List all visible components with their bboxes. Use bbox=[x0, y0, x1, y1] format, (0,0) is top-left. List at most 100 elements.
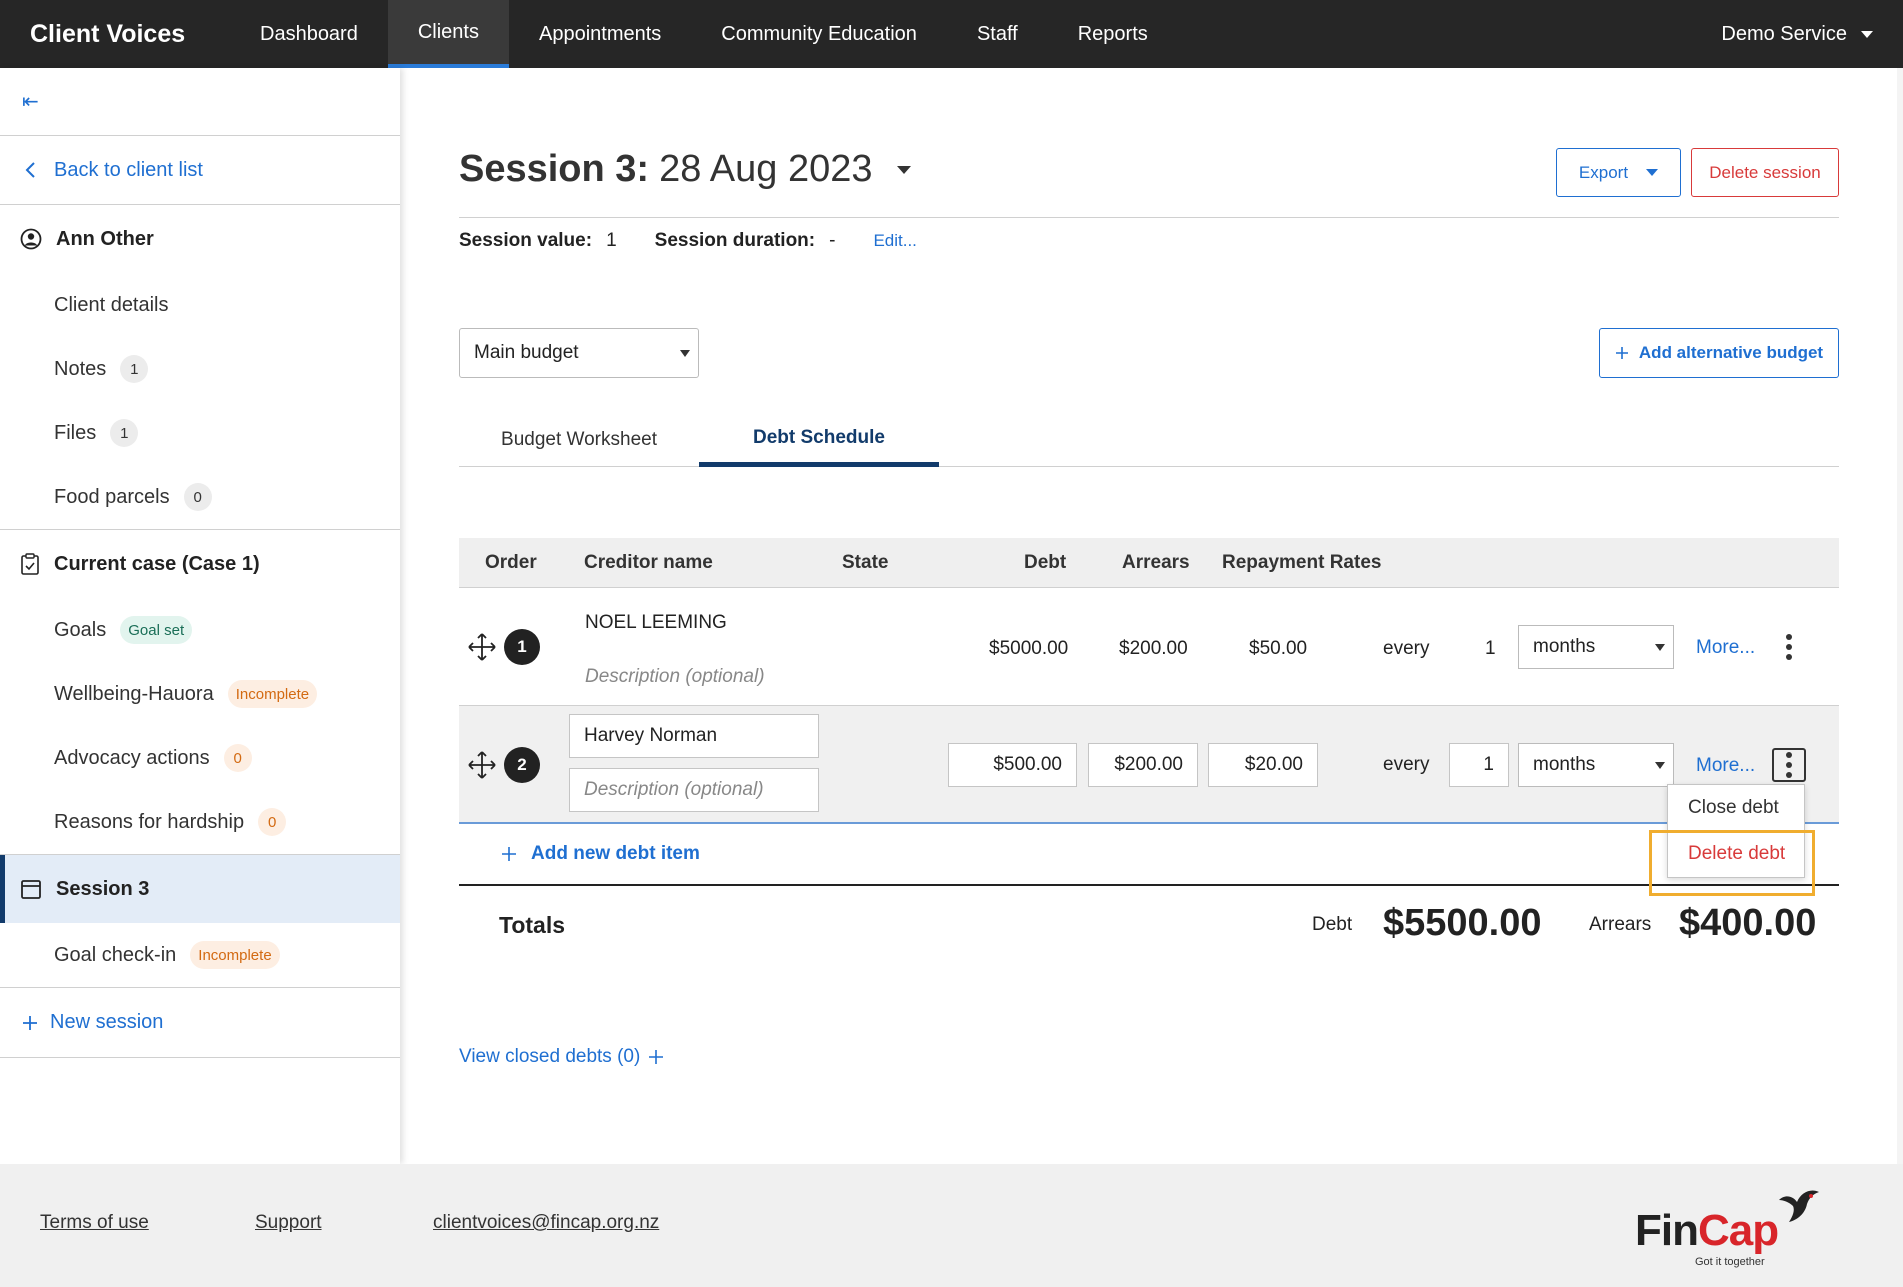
total-arrears-value: $400.00 bbox=[1679, 902, 1817, 944]
nav-community-education[interactable]: Community Education bbox=[691, 0, 947, 68]
logo-cap: Cap bbox=[1697, 1206, 1779, 1255]
client-name-header[interactable]: Ann Other bbox=[0, 205, 400, 273]
back-to-client-list-link[interactable]: Back to client list bbox=[0, 136, 400, 205]
sidebar-item-label: Files bbox=[54, 421, 97, 444]
delete-session-button[interactable]: Delete session bbox=[1691, 148, 1839, 197]
sidebar-item-label: Wellbeing-Hauora bbox=[54, 682, 214, 705]
back-label: Back to client list bbox=[54, 158, 203, 181]
more-link[interactable]: More... bbox=[1696, 637, 1755, 659]
column-header-order: Order bbox=[485, 552, 537, 573]
status-badge: Goal set bbox=[120, 616, 193, 644]
sidebar-item-wellbeing-hauora[interactable]: Wellbeing-Hauora Incomplete bbox=[0, 662, 400, 726]
logo-fin: Fin bbox=[1635, 1206, 1699, 1255]
plus-icon bbox=[502, 847, 516, 861]
session-duration: - bbox=[829, 230, 836, 251]
sidebar-item-notes[interactable]: Notes 1 bbox=[0, 337, 400, 401]
sidebar-item-goal-check-in[interactable]: Goal check-in Incomplete bbox=[0, 923, 400, 987]
repayment-rate: $50.00 bbox=[1249, 638, 1308, 659]
sidebar-item-label: Advocacy actions bbox=[54, 746, 210, 769]
tab-debt-schedule[interactable]: Debt Schedule bbox=[699, 413, 939, 467]
period-select-value: months bbox=[1533, 754, 1596, 775]
column-header-state: State bbox=[842, 552, 889, 573]
nav-appointments[interactable]: Appointments bbox=[509, 0, 691, 68]
email-link[interactable]: clientvoices@fincap.org.nz bbox=[433, 1212, 659, 1234]
session-selector[interactable]: Session 3: 28 Aug 2023 bbox=[459, 148, 911, 191]
add-alternative-budget-label: Add alternative budget bbox=[1638, 343, 1824, 362]
sidebar-item-advocacy-actions[interactable]: Advocacy actions 0 bbox=[0, 726, 400, 790]
kebab-dot bbox=[1786, 752, 1792, 758]
chevron-down-icon bbox=[680, 350, 690, 357]
budget-select[interactable]: Main budget bbox=[459, 328, 699, 378]
column-header-creditor-name: Creditor name bbox=[584, 552, 713, 573]
export-button[interactable]: Export bbox=[1556, 148, 1681, 197]
session-duration-label: Session duration: bbox=[654, 230, 816, 251]
period-select[interactable]: months bbox=[1518, 743, 1674, 787]
kebab-dot bbox=[1786, 762, 1792, 768]
nav-reports[interactable]: Reports bbox=[1048, 0, 1178, 68]
sidebar-item-client-details[interactable]: Client details bbox=[0, 273, 400, 337]
nav-staff[interactable]: Staff bbox=[947, 0, 1048, 68]
count-badge: 0 bbox=[258, 808, 287, 836]
description-text: Description (optional) bbox=[585, 666, 765, 687]
table-row: 1 NOEL LEEMING Description (optional) $5… bbox=[459, 588, 1839, 706]
tab-budget-worksheet[interactable]: Budget Worksheet bbox=[459, 413, 699, 467]
total-debt-value: $5500.00 bbox=[1383, 902, 1542, 944]
sidebar-item-food-parcels[interactable]: Food parcels 0 bbox=[0, 465, 400, 529]
period-select-value: months bbox=[1533, 636, 1596, 657]
session-meta: Session value: 1 Session duration: - Edi… bbox=[459, 230, 917, 252]
arrears-input[interactable]: $200.00 bbox=[1088, 743, 1198, 787]
view-closed-debts-label: View closed debts (0) bbox=[459, 1046, 641, 1067]
client-name: Ann Other bbox=[56, 227, 154, 250]
arrears-amount: $200.00 bbox=[1119, 638, 1188, 659]
sidebar-item-files[interactable]: Files 1 bbox=[0, 401, 400, 465]
session-section: Session 3 Goal check-in Incomplete bbox=[0, 855, 400, 988]
add-new-debt-item-label: Add new debt item bbox=[531, 843, 700, 864]
interval-input[interactable]: 1 bbox=[1449, 743, 1509, 787]
order-number: 1 bbox=[504, 629, 540, 665]
more-link[interactable]: More... bbox=[1696, 755, 1755, 777]
session-value-label: Session value: bbox=[459, 230, 593, 251]
period-select[interactable]: months bbox=[1518, 625, 1674, 669]
description-input[interactable]: Description (optional) bbox=[569, 768, 819, 812]
repayment-rate-input[interactable]: $20.00 bbox=[1208, 743, 1318, 787]
sidebar-item-goals[interactable]: Goals Goal set bbox=[0, 598, 400, 662]
row-actions-menu-button[interactable] bbox=[1772, 748, 1806, 782]
sidebar-item-label: Client details bbox=[54, 293, 169, 316]
tab-bar: Budget Worksheet Debt Schedule bbox=[459, 413, 1839, 467]
row-actions-menu-button[interactable] bbox=[1772, 630, 1806, 664]
account-menu[interactable]: Demo Service bbox=[1721, 0, 1873, 68]
delete-debt-menu-item[interactable]: Delete debt bbox=[1668, 831, 1804, 877]
export-label: Export bbox=[1578, 162, 1629, 182]
new-session-label: New session bbox=[50, 1011, 164, 1033]
kebab-dot bbox=[1786, 654, 1792, 660]
every-label: every bbox=[1383, 754, 1430, 775]
nav-clients[interactable]: Clients bbox=[387, 0, 509, 68]
add-new-debt-item-button[interactable]: Add new debt item bbox=[459, 824, 1839, 886]
add-alternative-budget-button[interactable]: Add alternative budget bbox=[1599, 328, 1839, 378]
chevron-down-icon bbox=[1861, 30, 1873, 38]
collapse-left-icon: ⇤ bbox=[22, 91, 39, 113]
creditor-name-input[interactable]: Harvey Norman bbox=[569, 714, 819, 758]
page-scrollbar[interactable] bbox=[1897, 68, 1903, 1164]
session-title: Session 3 bbox=[56, 877, 150, 900]
collapse-sidebar-button[interactable]: ⇤ bbox=[0, 68, 400, 136]
sidebar-item-reasons-for-hardship[interactable]: Reasons for hardship 0 bbox=[0, 790, 400, 854]
sidebar: ⇤ Back to client list Ann Other Client d… bbox=[0, 68, 400, 1164]
sidebar-item-label: Goals bbox=[54, 618, 107, 641]
debt-input[interactable]: $500.00 bbox=[948, 743, 1077, 787]
brand-logo[interactable]: Client Voices bbox=[0, 20, 230, 49]
debt-schedule-table: Order Creditor name State Debt Arrears R… bbox=[459, 538, 1839, 970]
session-header[interactable]: Session 3 bbox=[0, 855, 400, 923]
current-case-header[interactable]: Current case (Case 1) bbox=[0, 530, 400, 598]
table-row: 2 Harvey Norman Description (optional) $… bbox=[459, 706, 1839, 824]
user-circle-icon bbox=[20, 228, 42, 250]
new-session-button[interactable]: New session bbox=[0, 988, 400, 1058]
edit-session-link[interactable]: Edit... bbox=[873, 231, 916, 251]
drag-handle-icon[interactable] bbox=[467, 750, 497, 780]
drag-handle-icon[interactable] bbox=[467, 632, 497, 662]
close-debt-menu-item[interactable]: Close debt bbox=[1668, 785, 1804, 831]
terms-of-use-link[interactable]: Terms of use bbox=[40, 1212, 149, 1234]
nav-dashboard[interactable]: Dashboard bbox=[230, 0, 388, 68]
view-closed-debts-link[interactable]: View closed debts (0) bbox=[459, 1046, 664, 1068]
support-link[interactable]: Support bbox=[255, 1212, 322, 1234]
